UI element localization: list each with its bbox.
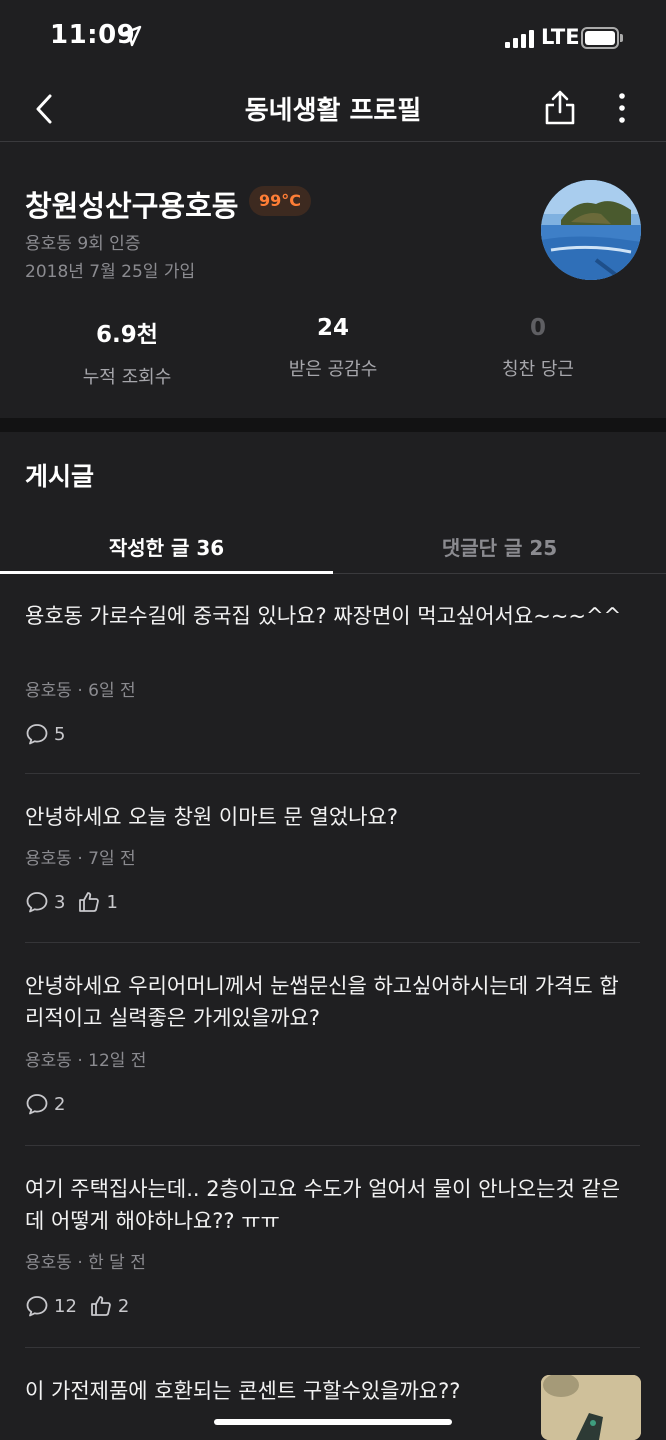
comment-icon (26, 892, 48, 913)
join-date: 2018년 7월 25일 가입 (25, 262, 196, 282)
post-tabs: 작성한 글 36 댓글단 글 25 (0, 516, 666, 574)
network-type: LTE (541, 25, 580, 49)
comment-icon (26, 1094, 48, 1115)
post-title: 안녕하세요 우리어머니께서 눈썹문신을 하고싶어하시는데 가격도 합리적이고 실… (25, 974, 619, 1030)
post-item[interactable]: 안녕하세요 우리어머니께서 눈썹문신을 하고싶어하시는데 가격도 합리적이고 실… (0, 943, 666, 1145)
post-title: 여기 주택집사는데.. 2층이고요 수도가 얼어서 물이 안나오는것 같은데 어… (25, 1177, 621, 1233)
cellular-signal-icon (505, 30, 534, 48)
post-counts: 12 2 (25, 1294, 135, 1318)
post-title: 용호동 가로수길에 중국집 있나요? 짜장면이 먹고싶어서요~~~^^ (25, 604, 622, 628)
profile-nickname: 창원성산구용호동 (25, 189, 239, 223)
app-bar: 동네생활 프로필 (0, 76, 666, 142)
comment-count: 12 (54, 1295, 77, 1317)
post-title: 안녕하세요 오늘 창원 이마트 문 열었나요? (25, 805, 398, 829)
post-item[interactable]: 이 가전제품에 호환되는 콘센트 구할수있을까요?? (0, 1348, 666, 1440)
post-item[interactable]: 용호동 가로수길에 중국집 있나요? 짜장면이 먹고싶어서요~~~^^ 용호동 … (0, 574, 666, 774)
stat-label: 받은 공감수 (288, 359, 378, 380)
post-counts: 5 (25, 722, 71, 746)
stat-label: 누적 조회수 (82, 367, 172, 388)
tab-commented-posts[interactable]: 댓글단 글 25 (333, 532, 666, 561)
post-thumbnail (541, 1375, 641, 1440)
posts-section-title: 게시글 (25, 462, 95, 491)
section-divider (0, 418, 666, 432)
post-item[interactable]: 안녕하세요 오늘 창원 이마트 문 열었나요? 용호동 · 7일 전 3 1 (0, 774, 666, 942)
stat-value: 6.9천 (96, 322, 158, 348)
thumbs-up-icon (91, 1296, 111, 1316)
battery-nub (620, 34, 623, 42)
post-counts: 2 (25, 1092, 71, 1116)
profile-stats: 6.9천 누적 조회수 24 받은 공감수 0 칭찬 당근 (0, 315, 666, 395)
post-title: 이 가전제품에 호환되는 콘센트 구할수있을까요?? (25, 1379, 461, 1403)
profile-section: 창원성산구용호동 99°C 용호동 9회 인증 2018년 7월 25일 가입 … (0, 143, 666, 418)
comment-count: 2 (54, 1093, 66, 1115)
post-counts: 3 1 (25, 890, 124, 914)
stat-likes: 24 받은 공감수 (233, 315, 433, 381)
post-meta: 용호동 · 6일 전 (25, 681, 136, 701)
thumbs-up-icon (79, 892, 100, 912)
stat-views: 6.9천 누적 조회수 (27, 315, 227, 389)
post-meta: 용호동 · 7일 전 (25, 849, 136, 869)
comment-count: 3 (54, 891, 66, 913)
tab-written-posts[interactable]: 작성한 글 36 (0, 532, 333, 561)
comment-icon (26, 724, 48, 745)
stat-praise: 0 칭찬 당근 (438, 315, 638, 381)
post-meta: 용호동 · 12일 전 (25, 1051, 147, 1071)
share-icon[interactable] (540, 88, 580, 128)
post-meta: 용호동 · 한 달 전 (25, 1253, 146, 1273)
neighborhood-certification: 용호동 9회 인증 (25, 234, 141, 254)
location-arrow-icon (120, 25, 142, 47)
battery-icon (581, 27, 619, 49)
like-count: 1 (106, 891, 118, 913)
comment-count: 5 (54, 723, 66, 745)
comment-icon (26, 1296, 48, 1317)
home-indicator[interactable] (214, 1419, 452, 1425)
stat-label: 칭찬 당근 (502, 359, 574, 380)
more-options-icon[interactable] (610, 90, 634, 126)
stat-value: 0 (529, 315, 546, 341)
post-item[interactable]: 여기 주택집사는데.. 2층이고요 수도가 얼어서 물이 안나오는것 같은데 어… (0, 1146, 666, 1348)
status-bar: 11:09 LTE (0, 0, 666, 76)
stat-value: 24 (316, 315, 349, 341)
profile-avatar[interactable] (541, 180, 641, 280)
like-count: 2 (117, 1295, 130, 1317)
manner-temperature-badge[interactable]: 99°C (249, 186, 312, 216)
